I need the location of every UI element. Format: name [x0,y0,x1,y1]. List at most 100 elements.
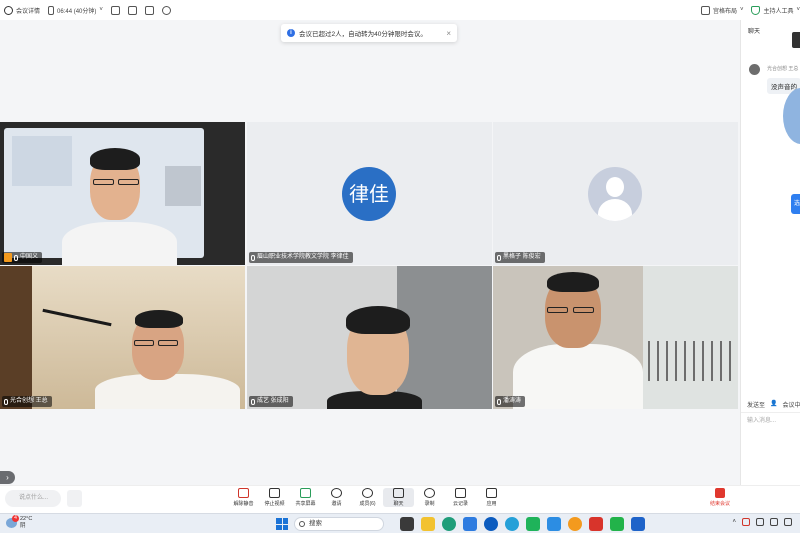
share-screen-icon [300,488,311,498]
chat-input[interactable]: 输入消息... [747,415,776,424]
system-tray: ˄ [732,518,792,526]
invite-button[interactable]: 邀请 [321,488,352,507]
chat-action-button[interactable]: 选 [791,194,800,214]
stop-video-button[interactable]: 停止视频 [259,488,290,507]
whiteboard-button[interactable] [144,5,154,15]
participant-nametag: 眉山职业技术学院教文学院 李律佳 [249,252,353,263]
weather-widget[interactable]: 4 22°C 阴 [6,515,32,530]
unmute-button[interactable]: 解除静音 [228,488,259,507]
meeting-logo-icon [4,5,13,15]
weather-text: 22°C 阴 [20,516,32,530]
mic-muted-icon [251,398,255,405]
video-tile[interactable]: 律佳 眉山职业技术学院教文学院 李律佳 [247,122,492,265]
record-button[interactable]: 录制 [414,488,445,507]
chat-icon [393,488,404,498]
popout-button[interactable] [127,5,137,15]
apps-button[interactable]: 应用 [476,488,507,507]
hp-icon[interactable] [484,517,498,531]
screen-content [12,136,72,186]
network-icon[interactable] [770,518,778,526]
screen-content [165,166,201,206]
divider [741,412,800,413]
taskbar-search[interactable]: 搜索 [294,517,384,531]
meeting-timer[interactable]: 06:44 (40分钟) ˅ [48,5,103,15]
notice-text: 会议已超过2人，自动转为40分钟限时会议。 [299,31,427,38]
exit-icon [715,488,725,498]
cloud-record-icon [455,488,466,498]
meeting-details-button[interactable]: 会议详情 [4,5,41,15]
chat-title: 聊天 [748,29,761,35]
invite-icon [331,488,342,498]
share-screen-button[interactable]: 共享屏幕 [290,488,321,507]
camera-icon [269,488,280,498]
meeting-app-icon[interactable] [631,517,645,531]
tray-app-icon[interactable] [756,518,764,526]
wps-icon[interactable] [589,517,603,531]
end-meeting-button[interactable]: 结束会议 [705,488,735,507]
signal-stats-button[interactable] [110,5,120,15]
chevron-up-icon[interactable]: ˄ [732,519,736,525]
apps-icon [486,488,497,498]
say-something-input[interactable]: 说点什么... [5,490,61,507]
video-tile[interactable]: 黑格子 陈俊宏 [493,122,738,265]
send-to-row[interactable]: 发送至 👤 会议中 [747,400,800,409]
avatar [749,64,760,75]
app-icon[interactable] [526,517,540,531]
app-icon[interactable] [505,517,519,531]
volume-icon[interactable] [784,518,792,526]
video-tile[interactable]: 成艺 张成阳 [247,266,492,409]
person-body [513,344,643,409]
mic-icon [4,398,8,405]
tool-label: 停止视频 [264,501,285,507]
video-stage: i 会议已超过2人，自动转为40分钟限时会议。 × 中国义 律佳 眉山职业技术学… [0,20,740,485]
participant-name: 黑格子 陈俊宏 [503,254,541,260]
captions-button[interactable] [161,5,171,15]
chat-popout-button[interactable] [792,32,800,48]
person-hair [346,306,410,334]
host-tools-button[interactable]: 主持人工具 ˅ [751,5,800,15]
timer-label: 06:44 (40分钟) [57,8,97,15]
notification-badge: 4 [12,515,19,522]
members-button[interactable]: 成员(6) [352,488,383,507]
time-limit-notice: i 会议已超过2人，自动转为40分钟限时会议。 × [281,24,457,42]
layout-label: 宫格布局 [712,8,737,15]
chat-image[interactable] [783,88,800,144]
layout-button[interactable]: 宫格布局 ˅ [700,5,743,15]
start-button[interactable] [276,518,288,530]
weather-icon: 4 [6,515,19,528]
app-icon[interactable] [568,517,582,531]
search-icon [299,521,305,527]
store-icon[interactable] [463,517,477,531]
participant-nametag: 黑格子 陈俊宏 [495,252,545,263]
cloud-record-button[interactable]: 云记录 [445,488,476,507]
chevron-down-icon: ˅ [796,7,800,13]
glasses [118,179,139,185]
door-background [397,266,492,409]
participant-nametag: 成艺 张成阳 [249,396,293,407]
wechat-icon[interactable] [610,517,624,531]
video-tile[interactable]: 光合创想 王总 [0,266,245,409]
raise-hand-button[interactable] [67,490,82,507]
participant-nametag: 潘涛涛 [495,396,526,407]
app-icon[interactable] [547,517,561,531]
close-icon[interactable]: × [446,29,451,38]
expand-panel-button[interactable]: › [0,471,15,484]
chat-button[interactable]: 聊天 [383,488,414,507]
video-tile[interactable]: 中国义 [0,122,245,265]
record-icon [424,488,435,498]
video-tile[interactable]: 潘涛涛 [493,266,738,409]
chevron-down-icon: ˅ [99,7,103,13]
balcony-railing [648,341,738,381]
person-hair [135,310,183,328]
meeting-details-label: 会议详情 [16,8,41,15]
glasses [134,340,154,346]
tool-label: 聊天 [393,501,404,507]
participant-name: 中国义 [20,254,39,260]
participant-name: 成艺 张成阳 [257,398,289,404]
task-view-icon[interactable] [400,517,414,531]
bookshelf [0,266,32,409]
file-explorer-icon[interactable] [421,517,435,531]
tray-app-icon[interactable] [742,518,750,526]
edge-icon[interactable] [442,517,456,531]
person-hair [547,272,599,292]
